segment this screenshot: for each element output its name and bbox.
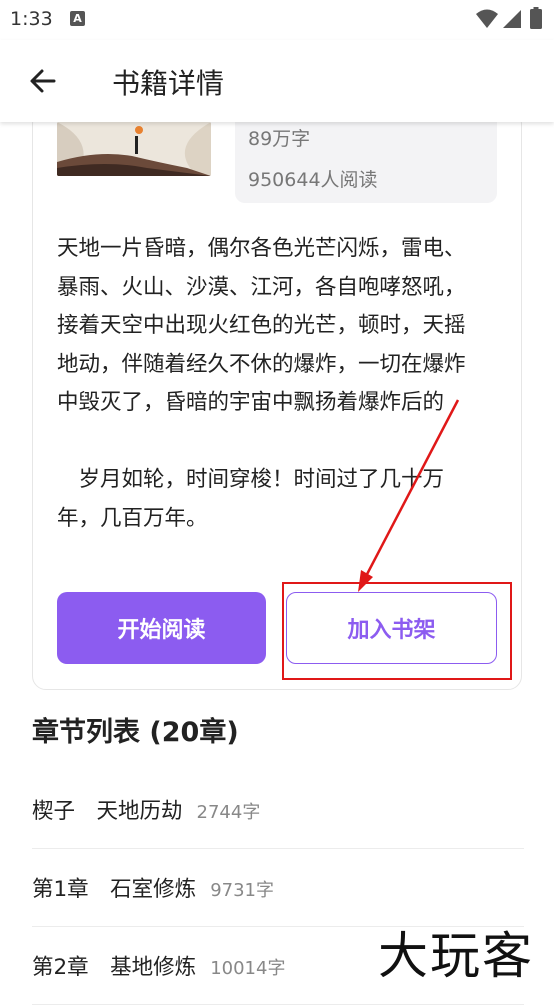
start-reading-button[interactable]: 开始阅读 [57,592,266,664]
wifi-icon [476,9,498,28]
chapter-name: 楔子 天地历劫 2744字 [32,794,260,825]
add-to-shelf-button[interactable]: 加入书架 [286,592,497,664]
notification-icon: A [70,11,85,26]
book-introduction: 天地一片昏暗，偶尔各色光芒闪烁，雷电、暴雨、火山、沙漠、江河，各自咆哮怒吼，接着… [57,236,466,531]
reader-count: 950644人阅读 [248,169,378,191]
status-time: 1:33 [10,8,53,30]
watermark-logo: 大玩客 [378,927,534,985]
chapter-list-title: 章节列表 (20章) [32,717,239,748]
signal-icon [503,10,521,28]
chapter-title: 第2章 基地修炼 [32,955,197,980]
chapter-name: 第2章 基地修炼 10014字 [32,950,285,981]
chapter-word-count: 2744字 [196,802,261,823]
status-bar: 1:33 A [0,0,554,40]
chapter-word-count: 9731字 [210,880,274,901]
word-count: 89万字 [248,128,311,150]
chapter-name: 第1章 石室修炼 9731字 [32,872,274,903]
app-bar: 书籍详情 [0,40,554,122]
arrow-left-icon[interactable] [28,66,58,96]
chapter-title: 楔子 天地历劫 [32,799,183,824]
battery-icon [530,7,542,29]
chapter-row[interactable]: 楔子 天地历劫 2744字 [32,770,524,849]
book-stats-panel: 89万字 950644人阅读 [235,110,497,203]
chapter-title: 第1章 石室修炼 [32,877,197,902]
page-title: 书籍详情 [112,67,225,100]
chapter-word-count: 10014字 [210,958,286,979]
book-cover-image [57,122,211,176]
